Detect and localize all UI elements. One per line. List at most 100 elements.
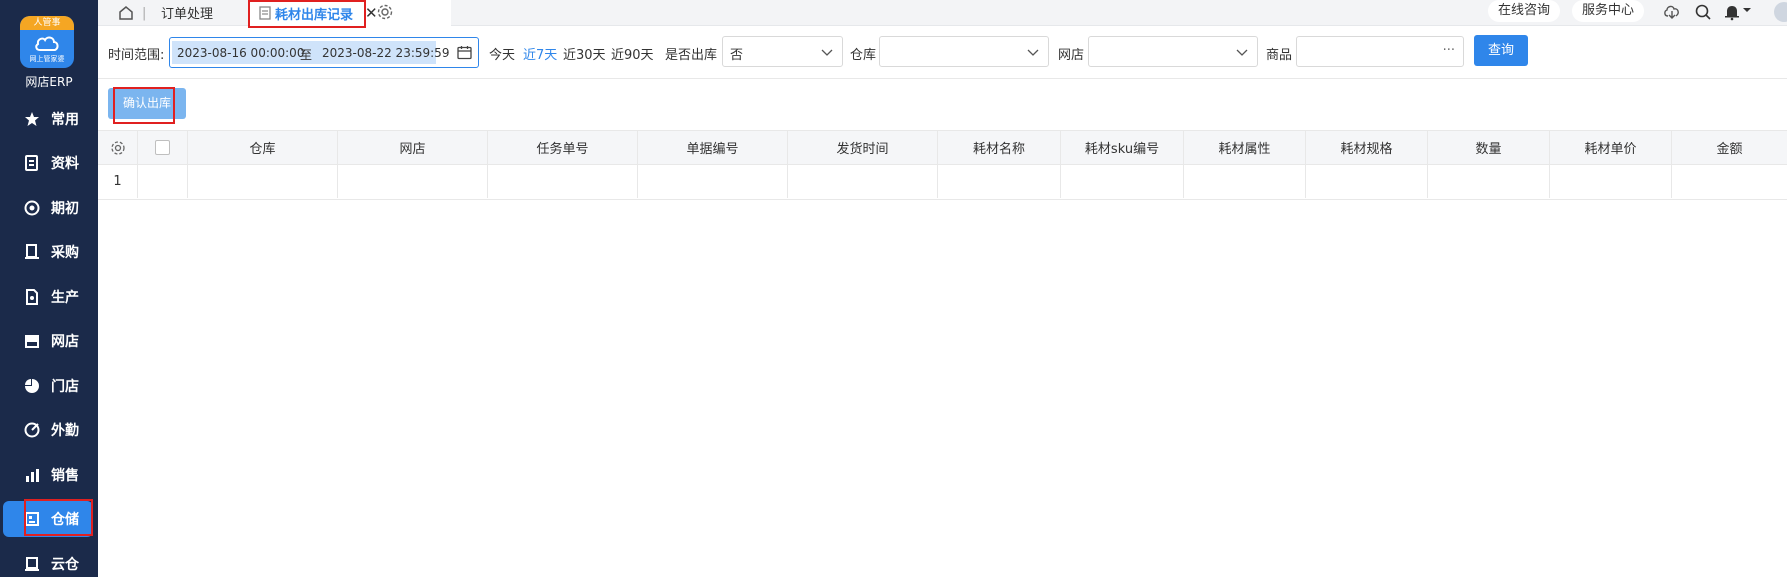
column-header[interactable]: 单据编号 — [638, 131, 788, 164]
highlight-box-button — [113, 87, 175, 124]
product-label: 商品 — [1266, 48, 1293, 63]
service-center-button[interactable]: 服务中心 — [1572, 0, 1645, 22]
outbound-status-label: 是否出库 — [665, 48, 718, 63]
sidebar-item-label: 外勤 — [51, 423, 79, 439]
calendar-icon[interactable] — [457, 45, 472, 60]
quick-range-30-days[interactable]: 近30天 — [563, 44, 606, 63]
table-row[interactable]: 1 — [98, 165, 1787, 200]
row-index: 1 — [98, 165, 138, 198]
target-icon — [23, 199, 41, 217]
table-cell — [638, 165, 788, 198]
bell-icon[interactable] — [1723, 3, 1741, 21]
column-header[interactable]: 耗材单价 — [1550, 131, 1672, 164]
divider — [98, 78, 1787, 79]
highlight-box-tab — [248, 0, 366, 28]
product-input[interactable]: ··· — [1296, 36, 1464, 67]
sidebar-item-label: 采购 — [51, 245, 79, 261]
column-header[interactable]: 发货时间 — [788, 131, 938, 164]
highlight-box-nav — [24, 499, 93, 536]
column-header[interactable]: 金额 — [1672, 131, 1787, 164]
sidebar-item-field[interactable]: 外勤 — [0, 412, 98, 448]
row-select-cell — [138, 165, 188, 198]
cloud-download-icon[interactable] — [1663, 3, 1681, 21]
star-icon — [23, 110, 41, 128]
outbound-status-select[interactable]: 否 — [722, 36, 843, 67]
column-header[interactable]: 耗材规格 — [1306, 131, 1428, 164]
quick-range-today[interactable]: 今天 — [489, 44, 515, 63]
column-header[interactable]: 耗材名称 — [938, 131, 1061, 164]
sidebar-item-label: 网店 — [51, 334, 79, 350]
sidebar-item-purchase[interactable]: 采购 — [0, 234, 98, 270]
sidebar-item-data[interactable]: 资料 — [0, 145, 98, 181]
sidebar-item-label: 云仓 — [51, 557, 79, 573]
select-all-cell — [138, 131, 188, 164]
quick-range-90-days[interactable]: 近90天 — [611, 44, 654, 63]
more-icon[interactable]: ··· — [1443, 43, 1455, 58]
sidebar-item-label: 门店 — [51, 379, 79, 395]
date-separator: 至 — [300, 48, 313, 62]
shop-icon — [23, 332, 41, 350]
table-cell — [1061, 165, 1184, 198]
sidebar-item-shop[interactable]: 网店 — [0, 323, 98, 359]
avatar[interactable] — [1774, 2, 1787, 22]
column-settings[interactable] — [98, 131, 138, 164]
gear-icon[interactable] — [376, 3, 394, 21]
sidebar-item-label: 资料 — [51, 156, 79, 172]
sidebar-item-opening[interactable]: 期初 — [0, 190, 98, 226]
sidebar-item-store[interactable]: 门店 — [0, 368, 98, 404]
table-cell — [1428, 165, 1550, 198]
home-icon[interactable] — [117, 4, 135, 22]
column-header[interactable]: 数量 — [1428, 131, 1550, 164]
app-name: 网店ERP — [25, 75, 73, 89]
table-cell — [1672, 165, 1787, 198]
online-consult-button[interactable]: 在线咨询 — [1488, 0, 1561, 22]
field-icon — [23, 421, 41, 439]
tab-separator: | — [142, 6, 147, 21]
search-icon[interactable] — [1694, 3, 1712, 21]
sidebar-item-label: 期初 — [51, 201, 79, 217]
table-cell — [338, 165, 488, 198]
tab-bar: | 订单处理 耗材出库记录 ✕ 在线咨询 服务中心 — [98, 0, 1787, 28]
chevron-down-icon[interactable] — [1742, 5, 1752, 15]
outbound-status-value: 否 — [730, 48, 744, 63]
date-end-field[interactable]: 2023-08-22 23:59:59 — [322, 46, 449, 60]
shop-select[interactable] — [1088, 36, 1258, 67]
table-cell — [1550, 165, 1672, 198]
quick-range-7-days[interactable]: 近7天 — [523, 44, 557, 63]
column-header[interactable]: 网店 — [338, 131, 488, 164]
chevron-down-icon — [821, 49, 833, 56]
select-all-checkbox[interactable] — [155, 140, 170, 155]
logo-subtitle: 网上管家婆 — [29, 55, 65, 63]
warehouse-select[interactable] — [879, 36, 1049, 67]
sales-icon — [23, 466, 41, 484]
cloud-logo-icon — [35, 36, 59, 51]
sidebar-item-label: 常用 — [51, 112, 79, 128]
shop-label: 网店 — [1058, 48, 1085, 63]
sidebar-item-cloud-warehouse[interactable]: 云仓 — [0, 546, 98, 577]
app-logo: 人管事 网上管家婆 — [20, 16, 74, 68]
document-icon — [23, 154, 41, 172]
sidebar-item-production[interactable]: 生产 — [0, 279, 98, 315]
column-header[interactable]: 耗材属性 — [1184, 131, 1306, 164]
table-cell — [1184, 165, 1306, 198]
query-button[interactable]: 查询 — [1474, 35, 1528, 66]
sidebar-item-favorites[interactable]: 常用 — [0, 101, 98, 137]
date-start-field[interactable]: 2023-08-16 00:00:00 — [177, 46, 304, 60]
sidebar-item-label: 生产 — [51, 290, 79, 306]
table-cell — [788, 165, 938, 198]
column-header[interactable]: 耗材sku编号 — [1061, 131, 1184, 164]
cloud-warehouse-icon — [23, 555, 41, 573]
purchase-icon — [23, 243, 41, 261]
column-header[interactable]: 仓库 — [188, 131, 338, 164]
sidebar-item-label: 销售 — [51, 468, 79, 484]
sidebar: 人管事 网上管家婆 网店ERP 常用 资料 期初 采购 生产 网店 门店 外勤 … — [0, 0, 98, 577]
tab-order-processing[interactable]: 订单处理 — [161, 3, 213, 22]
pie-icon — [23, 377, 41, 395]
date-range-picker[interactable]: 2023-08-16 00:00:00 至 2023-08-22 23:59:5… — [169, 37, 479, 68]
chevron-down-icon — [1027, 49, 1039, 56]
column-header[interactable]: 任务单号 — [488, 131, 638, 164]
sidebar-item-sales[interactable]: 销售 — [0, 457, 98, 493]
warehouse-label: 仓库 — [850, 48, 877, 63]
table-header: 仓库 网店 任务单号 单据编号 发货时间 耗材名称 耗材sku编号 耗材属性 耗… — [98, 130, 1787, 165]
logo-badge: 人管事 — [20, 16, 74, 30]
